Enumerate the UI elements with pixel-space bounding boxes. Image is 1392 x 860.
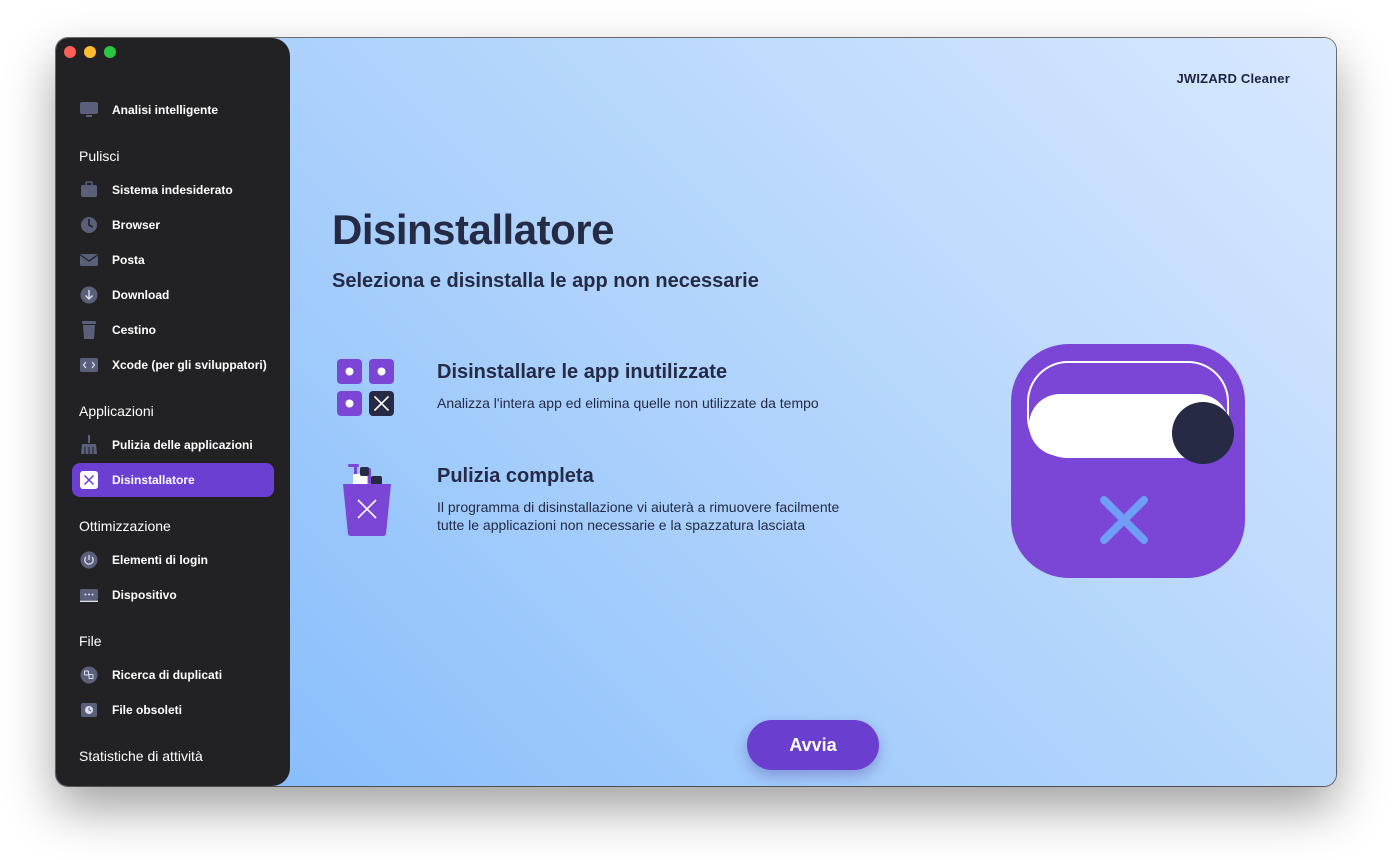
section-title-pulisci: Pulisci [79,148,120,164]
sidebar-item-file-obsoleti[interactable]: File obsoleti [72,693,274,727]
sidebar-item-label: Disinstallatore [112,473,195,487]
sidebar-item-download[interactable]: Download [72,278,274,312]
code-icon [79,355,99,375]
sidebar-item-label: Download [112,288,170,302]
feature-title-complete-cleanup: Pulizia completa [437,465,594,487]
sidebar-item-label: Pulizia delle applicazioni [112,438,253,452]
sidebar-item-xcode[interactable]: Xcode (per gli sviluppatori) [72,348,274,382]
monitor-icon [79,100,99,120]
power-icon [79,550,99,570]
zoom-window-button[interactable] [104,46,116,58]
feature-desc-complete-cleanup: Il programma di disinstallazione vi aiut… [437,498,907,534]
sidebar-item-ricerca-duplicati[interactable]: Ricerca di duplicati [72,658,274,692]
sidebar-item-analisi-intelligente[interactable]: Analisi intelligente [72,93,274,127]
feature-desc-line: Analizza l'intera app ed elimina quelle … [437,395,819,411]
start-button[interactable]: Avvia [747,720,879,770]
sidebar-item-label: Ricerca di duplicati [112,668,223,682]
section-title-file: File [79,633,102,649]
briefcase-icon [79,180,99,200]
sidebar-item-sistema-indesiderato[interactable]: Sistema indesiderato [72,173,274,207]
window-controls [64,46,116,58]
mail-icon [79,250,99,270]
section-title-statistiche: Statistiche di attività [79,748,203,764]
app-window: Analisi intelligente Pulisci Sistema ind… [56,38,1336,786]
feature-desc-line: Il programma di disinstallazione vi aiut… [437,499,840,515]
page-subtitle: Seleziona e disinstalla le app non neces… [332,270,759,292]
uninstall-x-icon [79,470,99,490]
uninstaller-illustration [1010,343,1250,588]
trash-icon [79,320,99,340]
sidebar-item-label: Analisi intelligente [112,103,219,117]
clock-file-icon [79,700,99,720]
sidebar-item-browser[interactable]: Browser [72,208,274,242]
sidebar-item-elementi-login[interactable]: Elementi di login [72,543,274,577]
sidebar-item-label: Dispositivo [112,588,177,602]
trash-full-icon [340,462,394,543]
broom-icon [79,435,99,455]
download-icon [79,285,99,305]
minimize-window-button[interactable] [84,46,96,58]
feature-desc-line: tutte le applicazioni non necessarie e l… [437,517,806,533]
section-title-ottimizzazione: Ottimizzazione [79,518,171,534]
sidebar-item-posta[interactable]: Posta [72,243,274,277]
sidebar-item-label: Sistema indesiderato [112,183,233,197]
page-title: Disinstallatore [332,206,614,253]
sidebar-item-pulizia-applicazioni[interactable]: Pulizia delle applicazioni [72,428,274,462]
duplicates-icon [79,665,99,685]
sidebar-item-label: Xcode (per gli sviluppatori) [112,358,267,372]
device-icon [79,585,99,605]
sidebar-item-label: Cestino [112,323,157,337]
feature-desc-unused-apps: Analizza l'intera app ed elimina quelle … [437,394,907,412]
sidebar-item-disinstallatore[interactable]: Disinstallatore [72,463,274,497]
apps-grid-icon [336,358,396,423]
sidebar-item-label: Elementi di login [112,553,209,567]
app-brand-title: JWIZARD Cleaner [1176,71,1290,86]
sidebar-item-label: Posta [112,253,145,267]
section-title-applicazioni: Applicazioni [79,403,154,419]
sidebar-item-label: Browser [112,218,161,232]
browser-icon [79,215,99,235]
feature-title-unused-apps: Disinstallare le app inutilizzate [437,361,728,383]
sidebar-item-cestino[interactable]: Cestino [72,313,274,347]
sidebar: Analisi intelligente Pulisci Sistema ind… [56,38,290,786]
sidebar-item-label: File obsoleti [112,703,183,717]
sidebar-item-dispositivo[interactable]: Dispositivo [72,578,274,612]
close-window-button[interactable] [64,46,76,58]
